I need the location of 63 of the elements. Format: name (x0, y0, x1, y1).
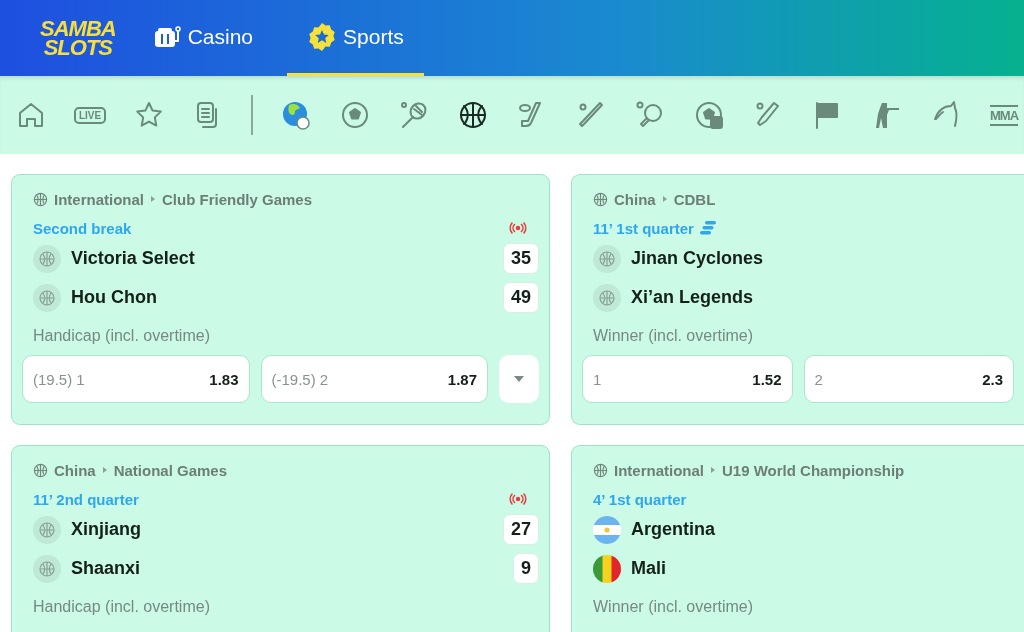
basketball-icon (33, 191, 48, 207)
score-badge: 35 (502, 243, 539, 274)
market-label: Winner (incl. overtime) (592, 598, 755, 616)
broadcast-icon (509, 493, 527, 505)
basketball-icon (33, 462, 48, 478)
flag-icon (593, 554, 621, 583)
team-name: Shaanxi (71, 558, 141, 579)
league-label: Club Friendly Games (162, 190, 313, 208)
flag-icon (593, 515, 621, 544)
globe-icon[interactable] (280, 99, 312, 131)
nav-tab[interactable]: Casino (145, 0, 270, 76)
team-badge-icon (33, 515, 61, 544)
chevron-icon (710, 466, 716, 474)
team-name: Xinjiang (71, 519, 141, 540)
team-badge-icon (593, 244, 621, 273)
caret-icon (514, 376, 524, 382)
match-status: 11’ 1st quarter (593, 219, 694, 237)
basketball-icon (593, 462, 608, 478)
score-badge: 9 (513, 553, 539, 584)
team-badge-icon (33, 283, 61, 312)
chevron-icon (150, 195, 156, 203)
chevron-icon (661, 195, 668, 203)
country-label: China (54, 461, 96, 479)
basketball-icon (593, 191, 608, 207)
match-card[interactable]: International Club Friendly Games Second break Victoria Select 35 Hou Chon 49 Handicap (incl. overtime) (19.5) 1 1.83 (-19.5) 2 1.87 (11, 174, 550, 425)
country-label: International (54, 190, 144, 208)
market-label: Handicap (incl. overtime) (32, 327, 211, 345)
team-name: Jinan Cyclones (631, 248, 764, 269)
odds-button[interactable]: (-19.5) 2 1.87 (260, 355, 488, 403)
country-label: International (614, 461, 704, 479)
odds-button[interactable]: 1 1.52 (582, 355, 793, 403)
league-label: CDBL (673, 190, 716, 208)
match-status: Second break (33, 219, 132, 237)
slot-machine-icon (153, 24, 182, 49)
match-status: 11’ 2nd quarter (33, 490, 139, 508)
market-label: Winner (incl. overtime) (592, 327, 755, 345)
market-label: Handicap (incl. overtime) (32, 598, 211, 616)
chevron-icon (101, 466, 108, 474)
match-status: 4’ 1st quarter (593, 490, 687, 508)
soccer-icon[interactable] (339, 99, 371, 131)
team-name: Hou Chon (71, 287, 157, 308)
score-badge: 27 (502, 514, 539, 545)
logo[interactable]: SAMBA SLOTS (40, 0, 116, 76)
match-card[interactable]: International U19 World Championship 4’ 1st quarter Argentina Mali Winner (incl. overtime) (571, 445, 1024, 632)
team-name: Xi’an Legends (631, 287, 754, 308)
stream-icon (699, 221, 716, 235)
score-badge: 49 (502, 282, 539, 313)
country-label: China (614, 190, 656, 208)
team-badge-icon (33, 244, 61, 273)
broadcast-icon (509, 222, 527, 234)
league-label: U19 World Championship (722, 461, 905, 479)
team-name: Argentina (631, 519, 715, 540)
basketball-icon[interactable] (457, 99, 489, 131)
odds-button[interactable]: (19.5) 1 1.83 (22, 355, 250, 403)
match-card[interactable]: China CDBL 11’ 1st quarter Jinan Cyclones Xi’an Legends Winner (incl. overtime) 1 1.52 2 2.3 (571, 174, 1024, 425)
team-name: Victoria Select (71, 248, 195, 269)
esoccer-icon[interactable] (693, 99, 725, 131)
team-badge-icon (593, 283, 621, 312)
odds-button[interactable]: 2 2.3 (803, 355, 1014, 403)
team-name: Mali (631, 558, 666, 579)
league-label: National Games (113, 461, 228, 479)
match-card[interactable]: China National Games 11’ 2nd quarter Xinjiang 27 Shaanxi 9 Handicap (incl. overtime) (11, 445, 550, 632)
team-badge-icon (33, 554, 61, 583)
